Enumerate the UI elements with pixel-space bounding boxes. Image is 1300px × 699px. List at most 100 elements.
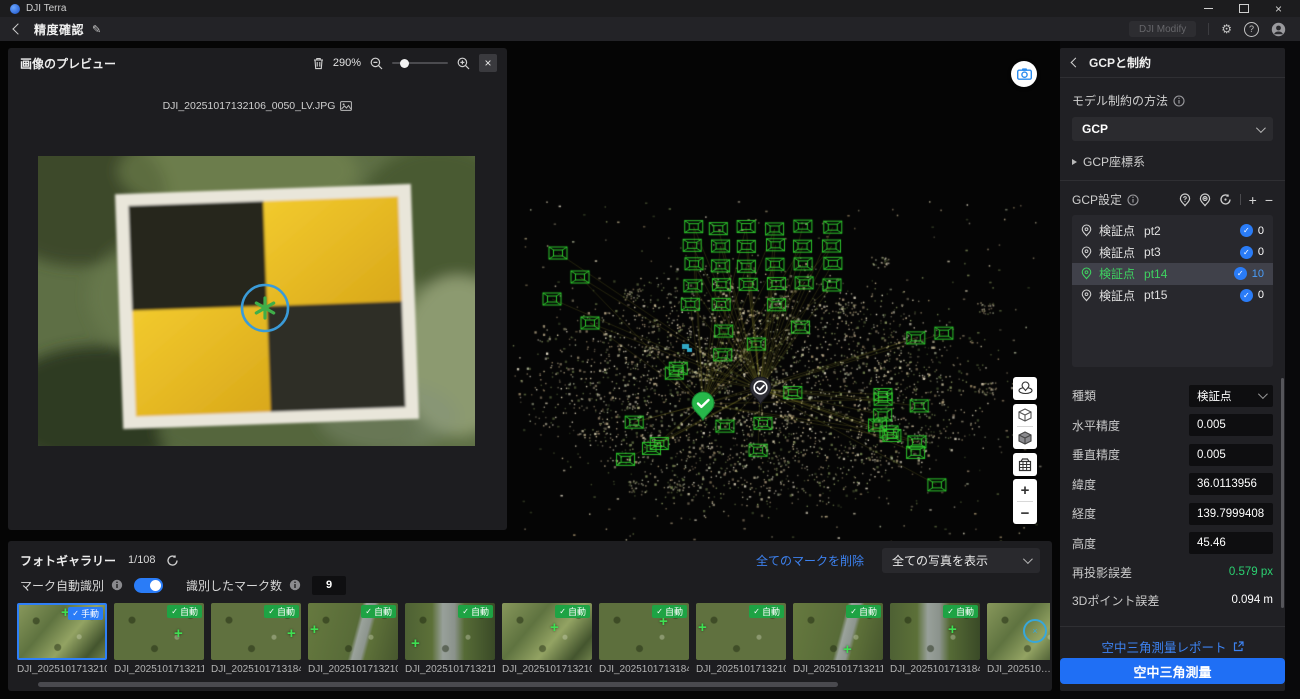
back-icon[interactable] — [12, 23, 23, 34]
thumbnail-filename: DJI_20251017132111… — [114, 664, 204, 675]
info-icon — [289, 579, 301, 591]
reset-view-button[interactable] — [1013, 377, 1037, 400]
info-icon — [1127, 194, 1139, 206]
gcp-list-item[interactable]: 検証点 pt2 ✓ 0 — [1072, 220, 1273, 242]
settings-gear-icon[interactable]: ⚙ — [1221, 22, 1232, 36]
field-input[interactable]: 139.7999408 — [1189, 503, 1273, 525]
method-value: GCP — [1082, 122, 1108, 136]
zoom-slider-knob[interactable] — [400, 59, 409, 68]
mark-status-badge: ✓自動 — [458, 605, 493, 618]
preview-image[interactable] — [38, 156, 475, 446]
checked-count-icon: ✓ — [1240, 289, 1253, 302]
gcp-plus-mark-icon: + — [698, 623, 707, 633]
screenshot-camera-button[interactable] — [1011, 61, 1037, 87]
delete-mark-trash-icon[interactable] — [313, 57, 324, 70]
chevron-down-icon — [1256, 123, 1266, 133]
method-label: モデル制約の方法 — [1072, 92, 1168, 109]
field-label: 高度 — [1072, 535, 1096, 552]
preview-title: 画像のプレビュー — [20, 55, 116, 72]
gcp-list-item[interactable]: 検証点 pt15 ✓ 0 — [1072, 285, 1273, 307]
zoom-out-button[interactable]: − — [1013, 502, 1037, 524]
gallery-thumbnail[interactable]: + × ✓自動 DJI_20251017132104… — [308, 603, 398, 683]
coord-system-label: GCP座標系 — [1083, 153, 1145, 170]
gcp-marker-selected-icon[interactable] — [748, 376, 773, 406]
location-pin-icon — [1081, 267, 1092, 280]
gcp-settings-label: GCP設定 — [1072, 191, 1122, 208]
triangulate-button[interactable]: 空中三角測量 — [1060, 658, 1285, 684]
delete-all-marks-link[interactable]: 全てのマークを削除 — [756, 552, 864, 569]
zoom-out-magnifier-icon[interactable] — [370, 57, 383, 70]
close-icon[interactable]: × — [1275, 4, 1282, 14]
field-input[interactable]: 0.005 — [1189, 444, 1273, 466]
location-pin-icon — [1081, 224, 1092, 237]
coord-system-expander[interactable]: GCP座標系 — [1072, 153, 1273, 170]
solid-view-button[interactable] — [1013, 427, 1037, 449]
field-label: 垂直精度 — [1072, 446, 1120, 463]
thumbnail-filename: DJI_20251017132106… — [17, 664, 107, 675]
gcp-list-item[interactable]: 検証点 pt14 ✓ 10 — [1072, 263, 1273, 285]
gallery-thumbnail[interactable]: + × ✓手動 DJI_20251017132106… — [17, 603, 107, 683]
zoom-in-button[interactable]: + — [1013, 479, 1037, 501]
stat-label: 3Dポイント誤差 — [1072, 592, 1159, 609]
app-title: DJI Terra — [26, 3, 66, 14]
gcp-list-item[interactable]: 検証点 pt3 ✓ 0 — [1072, 242, 1273, 264]
field-label: 緯度 — [1072, 476, 1096, 493]
minimize-icon[interactable] — [1204, 8, 1213, 9]
gallery-thumbnail[interactable]: + × ✓ DJI_202510… — [987, 603, 1050, 683]
method-dropdown[interactable]: GCP — [1072, 117, 1273, 141]
gallery-thumbnail[interactable]: + × ✓自動 DJI_20251017132109… — [696, 603, 786, 683]
mark-count-value: 9 — [312, 576, 346, 595]
maximize-icon[interactable] — [1239, 4, 1249, 13]
mark-count-label: 識別したマーク数 — [186, 577, 282, 594]
locate-gcp-icon[interactable] — [1179, 193, 1191, 207]
gcp-name: pt15 — [1144, 288, 1167, 302]
gallery-thumbnail[interactable]: + × ✓自動 DJI_20251017131840… — [599, 603, 689, 683]
gallery-counter: 1/108 — [128, 554, 156, 566]
gallery-thumbnail[interactable]: + × ✓自動 DJI_20251017132111… — [405, 603, 495, 683]
model-view-button[interactable] — [1013, 404, 1037, 426]
photo-filter-dropdown[interactable]: 全ての写真を表示 — [882, 548, 1040, 573]
preview-close-button[interactable]: × — [479, 54, 497, 72]
field-input[interactable]: 0.005 — [1189, 414, 1273, 436]
field-input[interactable]: 36.0113956 — [1189, 473, 1273, 495]
info-icon — [111, 579, 123, 591]
field-value: 45.46 — [1197, 537, 1226, 549]
field-label: 経度 — [1072, 505, 1096, 522]
auto-mark-label: マーク自動識別 — [20, 577, 104, 594]
gallery-thumbnail[interactable]: + × ✓自動 DJI_20251017131844… — [211, 603, 301, 683]
sync-gcp-icon[interactable] — [1219, 193, 1232, 206]
gcp-marker-checked-icon[interactable] — [690, 391, 716, 422]
gcp-constraints-panel: GCPと制約 モデル制約の方法 GCP GCP座標系 GCP設定 + − 検証 — [1060, 48, 1285, 691]
external-link-icon — [1233, 641, 1244, 652]
gallery-thumbnail[interactable]: + × ✓自動 DJI_20251017132111… — [114, 603, 204, 683]
grid-view-button[interactable] — [1013, 453, 1037, 476]
help-icon[interactable]: ? — [1244, 22, 1259, 37]
panel-title: GCPと制約 — [1089, 54, 1151, 71]
zoom-slider[interactable] — [392, 62, 448, 64]
batch-locate-gcp-icon[interactable] — [1199, 193, 1211, 207]
panel-scrollbar[interactable] — [1281, 378, 1284, 608]
dji-modify-button[interactable]: DJI Modify — [1129, 21, 1196, 37]
auto-mark-toggle[interactable] — [134, 578, 163, 593]
thumbnail-filename: DJI_20251017132111… — [405, 664, 495, 675]
gallery-thumbnail[interactable]: + × ✓自動 DJI_20251017132113… — [793, 603, 883, 683]
refresh-icon[interactable] — [166, 554, 179, 567]
gallery-title: フォトギャラリー — [20, 552, 116, 569]
field-input[interactable]: 検証点 — [1189, 385, 1273, 407]
gallery-scrollbar[interactable] — [38, 682, 838, 687]
field-input[interactable]: 45.46 — [1189, 532, 1273, 554]
gcp-plus-mark-icon: + — [310, 625, 319, 635]
add-gcp-button[interactable]: + — [1249, 194, 1257, 206]
point-cloud-canvas[interactable] — [500, 41, 1060, 561]
gcp-mark-count: 10 — [1252, 268, 1264, 280]
field-value: 0.005 — [1197, 419, 1226, 431]
mark-status-badge: ✓自動 — [846, 605, 881, 618]
panel-back-icon[interactable] — [1071, 58, 1081, 68]
user-avatar-icon[interactable] — [1271, 22, 1286, 37]
gcp-field-form: 種類 検証点 水平精度 0.005 垂直精度 0.005 緯度 — [1060, 381, 1285, 558]
gallery-thumbnail[interactable]: + × ✓自動 DJI_20251017131842… — [890, 603, 980, 683]
zoom-in-magnifier-icon[interactable] — [457, 57, 470, 70]
gallery-thumbnail[interactable]: + × ✓自動 DJI_20251017132109… — [502, 603, 592, 683]
edit-title-icon[interactable]: ✎ — [92, 23, 101, 36]
remove-gcp-button[interactable]: − — [1265, 194, 1273, 206]
